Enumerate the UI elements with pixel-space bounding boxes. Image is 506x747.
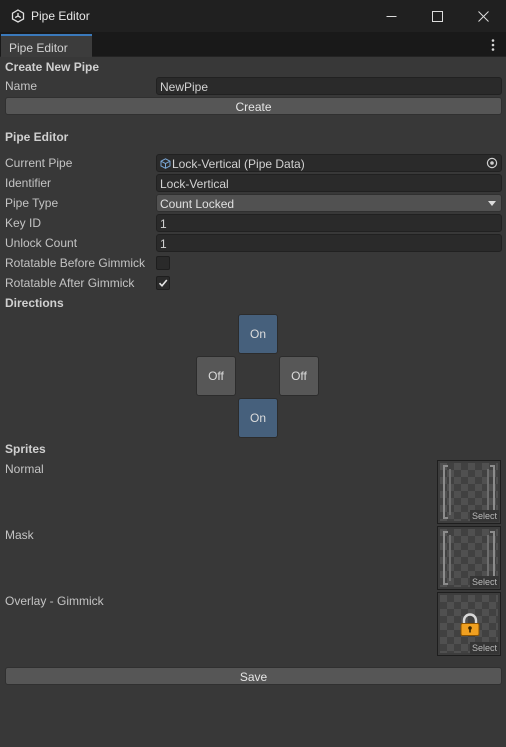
window-titlebar[interactable]: Pipe Editor [0, 0, 506, 32]
rotatable-before-toggle[interactable] [156, 256, 170, 270]
unlock-count-label: Unlock Count [5, 236, 78, 250]
create-section-header: Create New Pipe [5, 60, 100, 74]
direction-down-button[interactable]: On [238, 398, 278, 438]
maximize-button[interactable] [414, 0, 460, 32]
normal-sprite-label: Normal [5, 462, 44, 476]
object-picker-icon[interactable] [486, 157, 498, 169]
rotatable-before-label: Rotatable Before Gimmick [5, 256, 146, 270]
name-input[interactable]: NewPipe [156, 77, 502, 95]
identifier-input[interactable]: Lock-Vertical [156, 174, 502, 192]
tab-bar: Pipe Editor [0, 32, 506, 57]
scriptable-object-icon [160, 158, 171, 169]
unity-icon [11, 9, 25, 23]
direction-left-button[interactable]: Off [196, 356, 236, 396]
key-id-input[interactable]: 1 [156, 214, 502, 232]
tab-pipe-editor[interactable]: Pipe Editor [1, 34, 92, 57]
normal-sprite-select-button[interactable]: Select [469, 510, 499, 522]
minimize-button[interactable] [368, 0, 414, 32]
mask-sprite-label: Mask [5, 528, 34, 542]
pipe-type-value: Count Locked [160, 197, 235, 211]
close-button[interactable] [460, 0, 506, 32]
directions-header: Directions [5, 296, 64, 310]
pipe-type-label: Pipe Type [5, 196, 59, 210]
pipe-type-dropdown[interactable]: Count Locked [156, 194, 502, 212]
kebab-menu-icon[interactable] [485, 37, 501, 53]
current-pipe-value: Lock-Vertical (Pipe Data) [172, 157, 305, 171]
rotatable-after-label: Rotatable After Gimmick [5, 276, 135, 290]
identifier-label: Identifier [5, 176, 52, 190]
mask-sprite-field[interactable]: Select [437, 526, 501, 590]
overlay-sprite-label: Overlay - Gimmick [5, 594, 104, 608]
current-pipe-label: Current Pipe [5, 156, 73, 170]
direction-right-button[interactable]: Off [279, 356, 319, 396]
direction-up-button[interactable]: On [238, 314, 278, 354]
chevron-down-icon [488, 201, 496, 206]
overlay-sprite-select-button[interactable]: Select [469, 642, 499, 654]
rotatable-after-toggle[interactable] [156, 276, 170, 290]
checkmark-icon [158, 279, 168, 288]
normal-sprite-field[interactable]: Select [437, 460, 501, 524]
editor-section-header: Pipe Editor [5, 130, 69, 144]
mask-sprite-select-button[interactable]: Select [469, 576, 499, 588]
sprites-header: Sprites [5, 442, 46, 456]
unlock-count-input[interactable]: 1 [156, 234, 502, 252]
name-label: Name [5, 79, 38, 93]
current-pipe-field[interactable]: Lock-Vertical (Pipe Data) [156, 154, 502, 172]
maximize-icon [431, 10, 443, 22]
save-button[interactable]: Save [5, 667, 502, 685]
minimize-icon [386, 15, 396, 17]
key-id-label: Key ID [5, 216, 42, 230]
overlay-sprite-field[interactable]: Select [437, 592, 501, 656]
padlock-icon [460, 613, 480, 636]
create-button[interactable]: Create [5, 97, 502, 115]
close-icon [477, 10, 489, 22]
window-title: Pipe Editor [31, 9, 90, 23]
